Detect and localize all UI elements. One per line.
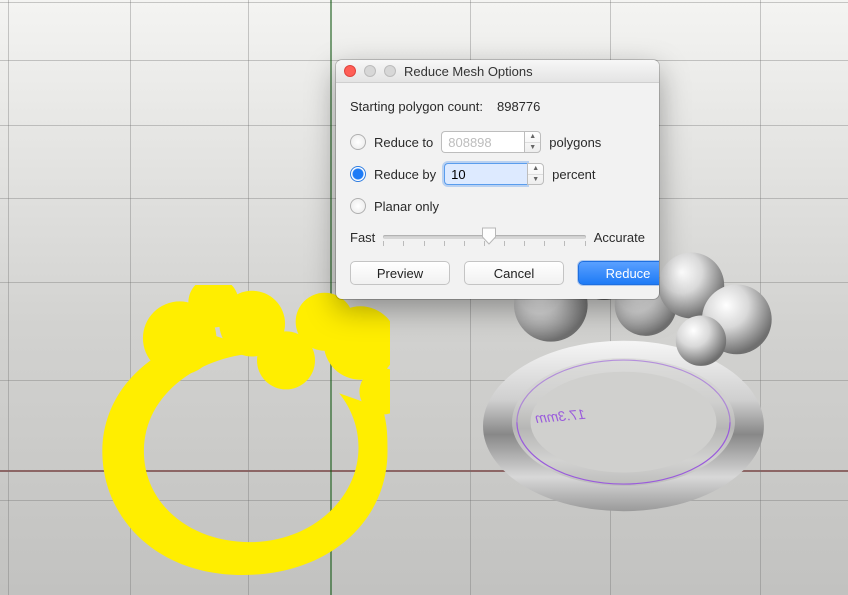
slider-fast-label: Fast [350,230,375,245]
viewport-3d[interactable]: 17.3mm Reduce Mesh Options Starting poly… [0,0,848,595]
slider-thumb[interactable] [481,227,496,245]
reduce-to-input[interactable] [441,131,524,153]
chevron-down-icon[interactable]: ▼ [528,175,543,185]
reduce-mesh-dialog: Reduce Mesh Options Starting polygon cou… [336,60,659,299]
dialog-titlebar[interactable]: Reduce Mesh Options [336,60,659,83]
accuracy-slider[interactable] [383,227,585,247]
starting-polygon-count-value: 898776 [497,99,540,114]
reduce-by-radio[interactable] [350,166,366,182]
preview-button[interactable]: Preview [350,261,450,285]
cancel-button[interactable]: Cancel [464,261,564,285]
chevron-up-icon[interactable]: ▲ [525,132,540,143]
reduce-to-label: Reduce to [374,135,433,150]
slider-accurate-label: Accurate [594,230,645,245]
starting-polygon-count-label: Starting polygon count: [350,99,483,114]
reduce-by-stepper[interactable]: ▲ ▼ [527,163,544,185]
planar-only-label: Planar only [374,199,439,214]
reduce-by-label: Reduce by [374,167,436,182]
reduce-to-unit: polygons [549,135,601,150]
reduce-by-unit: percent [552,167,595,182]
minimize-icon[interactable] [364,65,376,77]
zoom-icon[interactable] [384,65,396,77]
reduce-to-stepper[interactable]: ▲ ▼ [524,131,541,153]
chevron-down-icon[interactable]: ▼ [525,143,540,153]
chevron-up-icon[interactable]: ▲ [528,164,543,175]
close-icon[interactable] [344,65,356,77]
selected-mesh-silhouette [95,285,390,575]
dialog-title: Reduce Mesh Options [404,64,651,79]
reduce-button[interactable]: Reduce [578,261,659,285]
planar-only-radio[interactable] [350,198,366,214]
reduce-by-input[interactable] [444,163,527,185]
reduce-to-radio[interactable] [350,134,366,150]
